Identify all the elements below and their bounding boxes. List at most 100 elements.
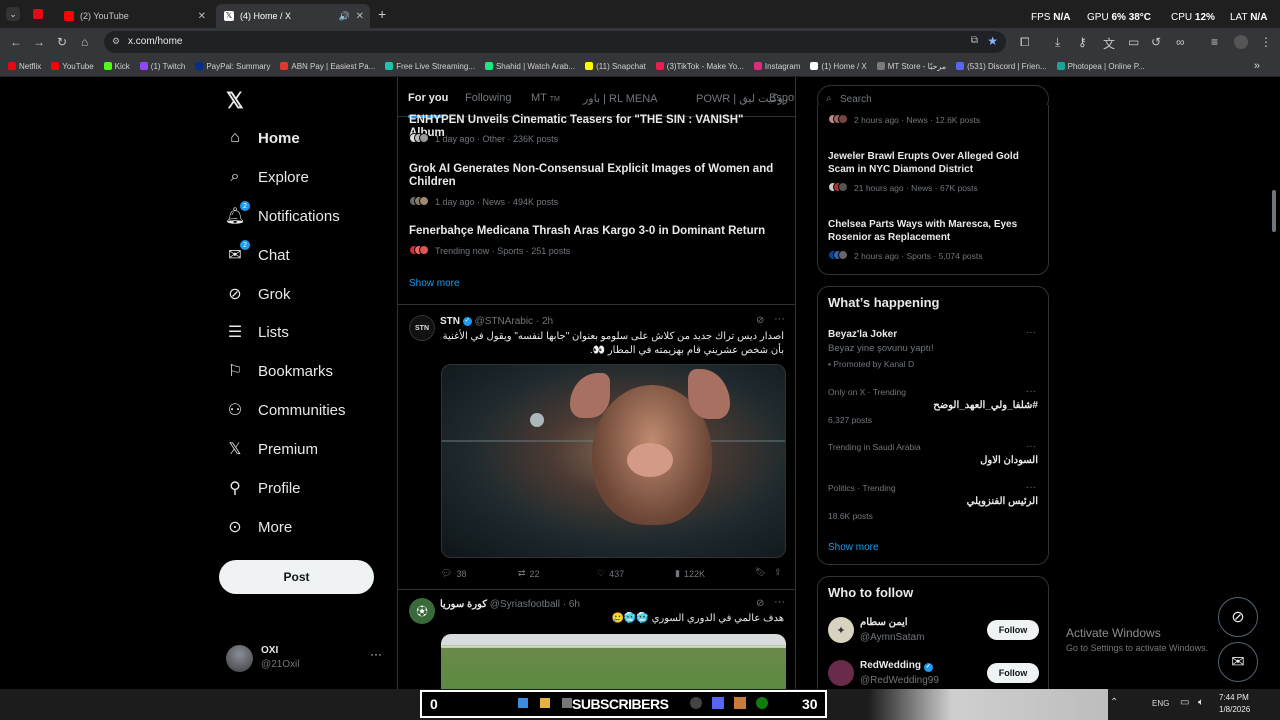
bookmark-item[interactable]: (1) Home / X	[810, 62, 867, 71]
nav-item-notifications[interactable]: 🔔︎ 2 Notifications	[225, 201, 340, 225]
nav-item-grok[interactable]: ⊘ Grok	[226, 285, 290, 304]
nav-item-explore[interactable]: ⌕ Explore	[226, 168, 309, 186]
bookmark-star-icon[interactable]: ★	[987, 34, 998, 48]
nav-item-bookmarks[interactable]: ⚐ Bookmarks	[226, 362, 333, 381]
back-icon[interactable]: ←	[10, 35, 22, 49]
tab-for-you[interactable]: For you	[408, 92, 448, 104]
language-indicator[interactable]: ENG	[1152, 699, 1169, 708]
post-video[interactable]	[441, 634, 786, 689]
scrollbar-thumb[interactable]	[1272, 190, 1276, 232]
suggested-user-name[interactable]: RedWedding ✓	[860, 660, 933, 672]
views-button[interactable]: ▮ 122K	[675, 568, 705, 579]
profile-avatar-icon[interactable]	[1234, 35, 1248, 49]
app-icon[interactable]	[734, 697, 746, 709]
share-icon[interactable]: ⇪	[774, 567, 782, 578]
translate-icon[interactable]: 文	[1103, 35, 1115, 52]
clock-time[interactable]: 7:44 PM	[1219, 693, 1249, 702]
task-view-icon[interactable]	[562, 698, 572, 708]
suggested-user-name[interactable]: ايمن سطام	[860, 617, 908, 628]
tab-search-icon[interactable]: ⌄	[6, 7, 20, 21]
avatar[interactable]: ✦	[828, 617, 854, 643]
tab-mt[interactable]: MT TM	[531, 92, 560, 104]
bookmark-item[interactable]: Shahid | Watch Arab...	[484, 62, 575, 71]
install-app-icon[interactable]: ⧉	[971, 35, 978, 46]
reload-icon[interactable]: ↻	[57, 35, 67, 49]
trend-title[interactable]: Chelsea Parts Ways with Maresca, Eyes Ro…	[828, 218, 1038, 244]
bookmark-item[interactable]: (531) Discord | Frien...	[956, 62, 1047, 71]
tab-youtube[interactable]: (2) YouTube ✕	[56, 4, 212, 28]
tab-rl-mena[interactable]: باور | RL MENA	[583, 92, 658, 105]
more-dots-icon[interactable]: ···	[1026, 482, 1036, 493]
bookmark-item[interactable]: Netflix	[8, 62, 41, 71]
repost-button[interactable]: ⇄ 22	[518, 568, 540, 579]
bookmark-item[interactable]: PayPal: Summary	[195, 62, 270, 71]
more-dots-icon[interactable]: ···	[1026, 441, 1036, 452]
more-dots-icon[interactable]: ···	[370, 647, 382, 661]
site-info-icon[interactable]: ⚙	[112, 36, 120, 47]
reply-button[interactable]: 💬︎ 38	[441, 568, 466, 579]
avatar[interactable]	[828, 660, 854, 686]
tab-espor[interactable]: Espor	[769, 92, 795, 104]
reading-list-icon[interactable]: ≡	[1211, 35, 1218, 49]
close-tab-icon[interactable]: ✕	[356, 11, 364, 22]
post-author[interactable]: كورة سوريا @Syriasfootball · 6h	[440, 599, 580, 610]
nav-item-more[interactable]: ⊙ More	[226, 518, 292, 537]
volume-icon[interactable]: 🔈︎	[1198, 697, 1204, 708]
more-dots-icon[interactable]: ···	[1026, 327, 1036, 338]
bookmark-item[interactable]: Free Live Streaming...	[385, 62, 475, 71]
tab-following[interactable]: Following	[465, 92, 511, 104]
nav-item-profile[interactable]: ⚲ Profile	[226, 479, 300, 498]
bookmark-item[interactable]: (1) Twitch	[139, 62, 185, 71]
x-logo-icon[interactable]: 𝕏	[226, 88, 244, 114]
bookmark-item[interactable]: MT Store - مرحبًا	[876, 62, 946, 71]
speaker-icon[interactable]: 🔊	[339, 11, 350, 22]
more-dots-icon[interactable]: ···	[774, 313, 785, 325]
nav-item-home[interactable]: ⌂ Home	[226, 129, 300, 147]
forward-icon[interactable]: →	[33, 35, 45, 49]
post-image[interactable]	[441, 364, 786, 558]
messages-fab[interactable]: ✉	[1218, 642, 1258, 682]
history-icon[interactable]: ↺	[1151, 35, 1161, 49]
wallet-icon[interactable]: ▭	[1128, 35, 1139, 49]
bookmark-item[interactable]: Kick	[103, 62, 130, 71]
home-icon[interactable]: ⌂	[81, 35, 88, 49]
menu-dots-icon[interactable]: ⋮	[1260, 35, 1272, 49]
trend-title[interactable]: Fenerbahçe Medicana Thrash Aras Kargo 3-…	[409, 225, 781, 238]
grok-fab[interactable]: ⊘	[1218, 597, 1258, 637]
nav-item-communities[interactable]: ⚇ Communities	[226, 401, 346, 420]
account-switcher[interactable]: OXI @21Oxil ···	[226, 645, 396, 673]
post-button[interactable]: Post	[219, 560, 374, 594]
pinned-tab[interactable]	[30, 6, 48, 22]
grok-icon[interactable]: ⊘	[756, 598, 764, 609]
xbox-icon[interactable]	[756, 697, 768, 709]
chrome-icon[interactable]	[690, 697, 702, 709]
trend-name[interactable]: الرئيس الفنزويلي	[967, 496, 1038, 507]
link-icon[interactable]: ∞	[1176, 35, 1185, 49]
bookmark-item[interactable]: ABN Pay | Easiest Pa...	[280, 62, 375, 71]
windows-start-icon[interactable]	[518, 698, 528, 708]
download-icon[interactable]: ⤓	[1055, 35, 1060, 50]
new-tab-icon[interactable]: +	[378, 6, 386, 22]
trend-title[interactable]: Jeweler Brawl Erupts Over Alleged Gold S…	[828, 150, 1038, 176]
discord-icon[interactable]	[712, 697, 724, 709]
more-dots-icon[interactable]: ···	[1026, 386, 1036, 397]
show-more-link[interactable]: Show more	[828, 542, 879, 553]
show-more-link[interactable]: Show more	[409, 278, 460, 289]
post-author[interactable]: STN ✓ @STNArabic · 2h	[440, 316, 553, 327]
close-tab-icon[interactable]: ✕	[198, 11, 206, 22]
trend-title[interactable]: Grok AI Generates Non-Consensual Explici…	[409, 163, 781, 189]
key-icon[interactable]: ⚷	[1078, 35, 1087, 49]
nav-item-premium[interactable]: 𝕏 Premium	[226, 440, 318, 459]
bookmark-item[interactable]: YouTube	[51, 62, 94, 71]
bookmark-item[interactable]: Instagram	[753, 62, 800, 71]
tray-chevron-icon[interactable]: ⌃	[1110, 697, 1118, 708]
url-input[interactable]: ⚙ x.com/home ⧉ ★	[104, 31, 1006, 53]
bookmark-item[interactable]: (11) Snapchat	[585, 62, 646, 71]
bookmark-item[interactable]: Photopea | Online P...	[1056, 62, 1145, 71]
nav-item-lists[interactable]: ☰ Lists	[226, 323, 289, 342]
file-explorer-icon[interactable]	[540, 698, 550, 708]
trend-name[interactable]: #شلفا_ولي_العهد_الوضح	[933, 400, 1038, 411]
tab-x-home[interactable]: 𝕏 (4) Home / X 🔊 ✕	[216, 4, 370, 28]
nav-item-chat[interactable]: ✉ 2 Chat	[226, 240, 290, 264]
more-dots-icon[interactable]: ···	[774, 596, 785, 608]
